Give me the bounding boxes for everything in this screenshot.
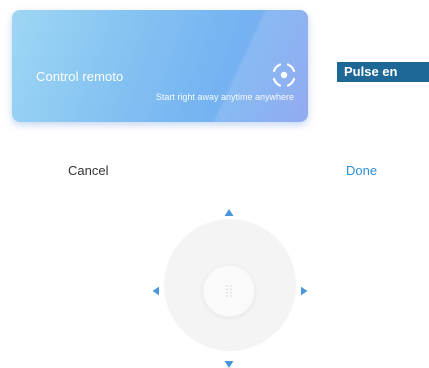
grip-dots-icon [225, 284, 233, 298]
promo-title: Control remoto [36, 69, 124, 84]
arrow-down-icon[interactable] [224, 360, 234, 368]
promo-subtitle: Start right away anytime anywhere [155, 92, 294, 102]
arrow-up-icon[interactable] [224, 208, 234, 218]
remote-control-screen: Control remoto Start right away anytime … [0, 0, 429, 368]
cancel-button[interactable]: Cancel [68, 163, 108, 178]
remote-control-promo-card[interactable]: Control remoto Start right away anytime … [12, 10, 308, 122]
direction-pad [151, 208, 309, 368]
arrow-right-icon[interactable] [299, 286, 309, 296]
done-button[interactable]: Done [346, 163, 377, 178]
scan-focus-icon [268, 59, 300, 91]
arrow-left-icon[interactable] [151, 286, 161, 296]
center-ok-button[interactable] [203, 265, 255, 317]
instruction-banner: Pulse en [337, 62, 429, 82]
